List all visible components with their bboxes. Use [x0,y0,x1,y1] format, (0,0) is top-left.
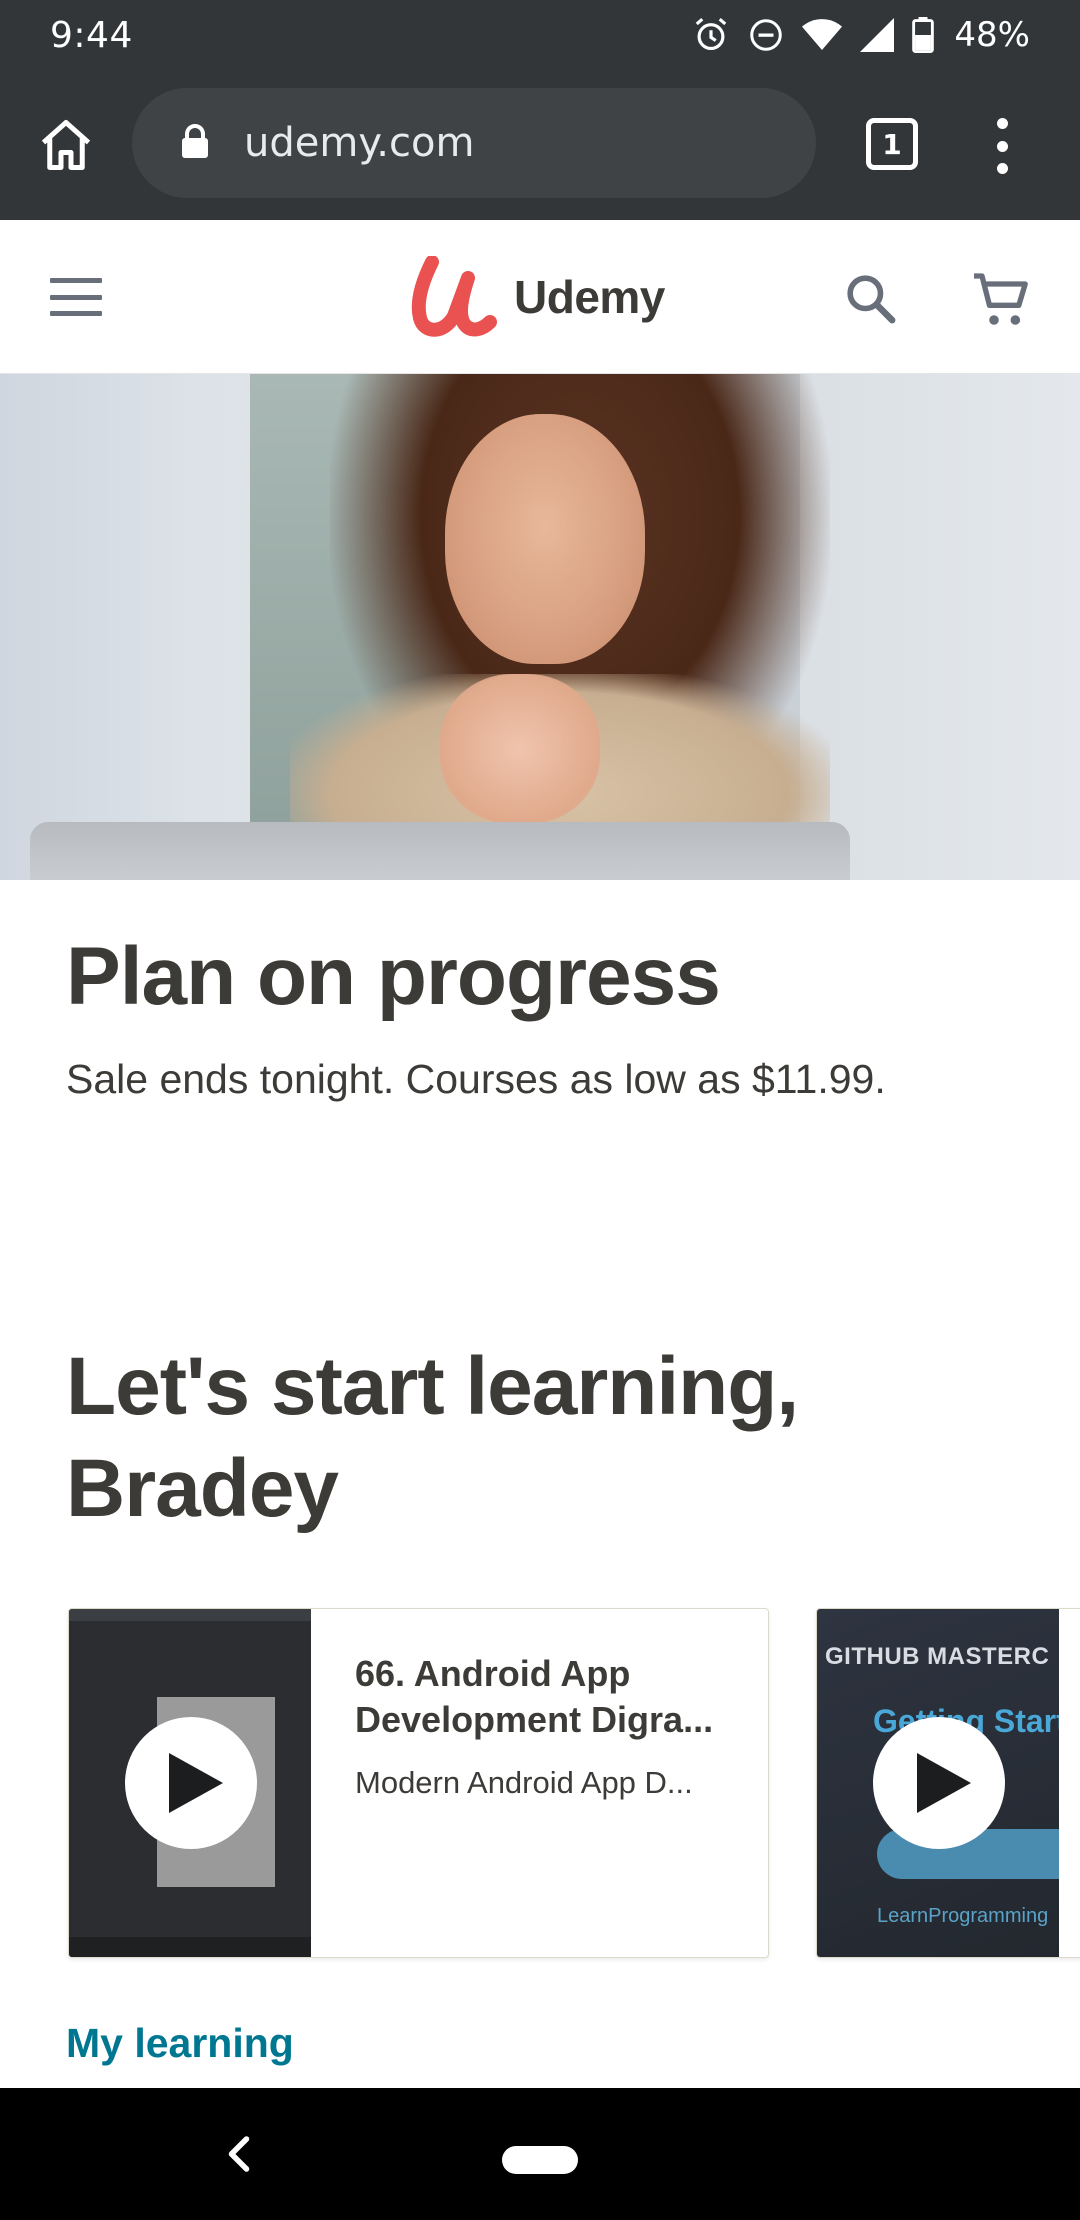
status-icons: 48% [692,15,1030,55]
search-icon[interactable] [842,270,898,326]
signal-icon [860,18,895,52]
home-pill-icon[interactable] [502,2146,578,2174]
udemy-logo[interactable]: Udemy [408,256,665,338]
course-card[interactable]: GITHUB MASTERC Getting Start LearnProgra… [816,1608,1080,1958]
site-header: Udemy [0,220,1080,374]
url-text: udemy.com [244,120,475,166]
udemy-logo-mark-icon [411,256,497,337]
course-subtitle: Modern Android App D... [355,1765,693,1800]
play-icon[interactable] [125,1717,257,1849]
status-time: 9:44 [50,14,133,56]
course-title: 66. Android App Development Digra... [355,1653,714,1740]
battery-icon [912,17,935,53]
alarm-icon [692,16,730,54]
course-thumbnail: GITHUB MASTERC Getting Start LearnProgra… [817,1609,1059,1957]
home-icon[interactable] [36,115,96,175]
battery-percent: 48% [954,15,1030,55]
thumbnail-logo: LearnProgramming [877,1905,1049,1927]
my-learning-link[interactable]: My learning [66,2020,294,2067]
hero-banner-image [0,374,1080,880]
hamburger-menu-icon[interactable] [50,278,102,316]
thumbnail-text: GITHUB MASTERC [825,1643,1050,1670]
play-icon[interactable] [873,1717,1005,1849]
tabs-icon[interactable]: 1 [866,118,918,170]
back-icon[interactable] [224,2134,254,2174]
browser-toolbar: udemy.com 1 [0,70,1080,220]
logo-text: Udemy [514,271,665,323]
greeting-heading: Let's start learning, Bradey [66,1341,799,1534]
course-thumbnail [69,1609,311,1957]
cart-icon[interactable] [970,268,1034,332]
do-not-disturb-icon [748,17,784,53]
address-bar[interactable]: udemy.com [132,88,816,198]
lock-icon [180,123,244,164]
status-bar: 9:44 48% [0,0,1080,70]
overflow-menu-icon[interactable] [990,118,1014,174]
course-card[interactable]: 66. Android App Development Digra... Mod… [68,1608,769,1958]
navigation-bar [0,2088,1080,2220]
wifi-icon [802,18,843,52]
promo-title: Plan on progress [66,931,721,1022]
promo-subtitle: Sale ends tonight. Courses as low as $11… [66,1056,886,1102]
